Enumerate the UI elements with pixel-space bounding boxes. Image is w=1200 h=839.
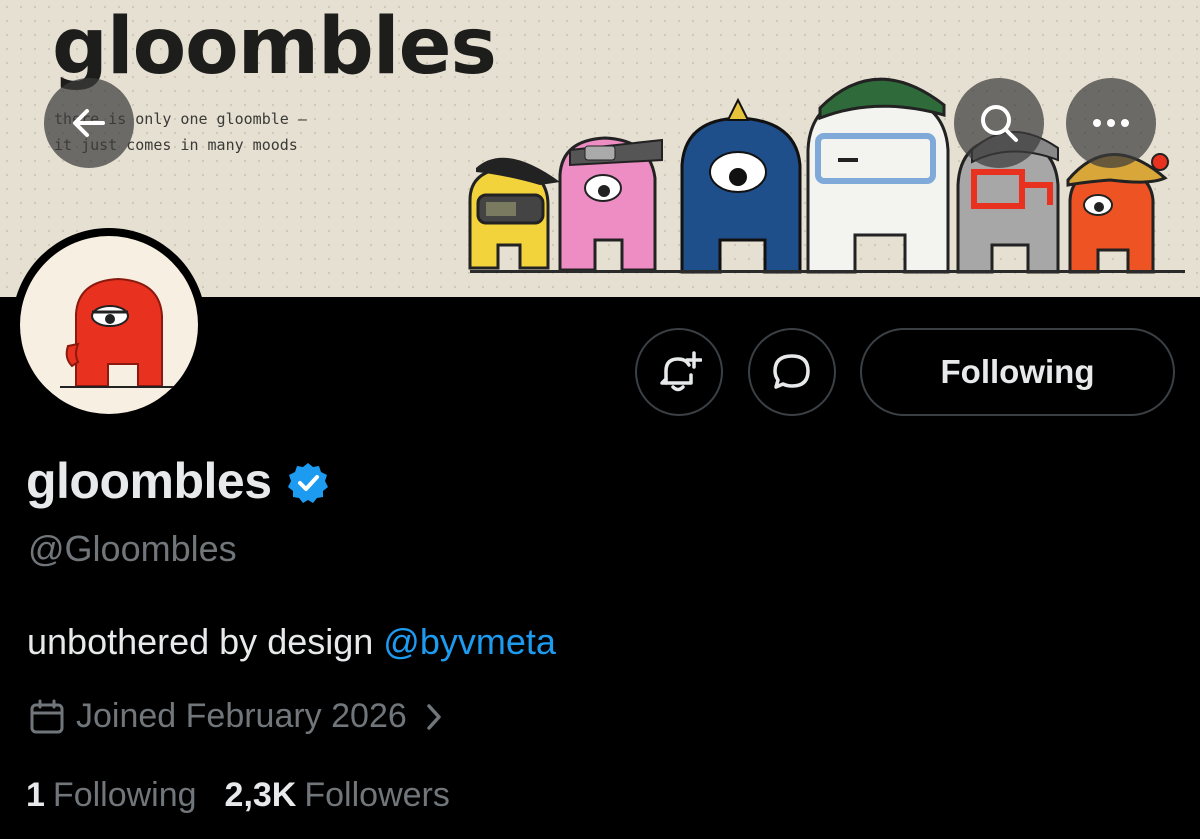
followers-count: 2,3K [224,776,297,814]
following-count: 1 [26,776,45,814]
avatar[interactable] [12,228,206,422]
pink-gloomble [558,136,663,272]
yellow-gloomble [468,157,560,270]
calendar-icon [30,699,64,733]
search-icon [981,105,1018,142]
following-label: Following [52,776,197,814]
red-gloomble-avatar-illustration [60,277,178,388]
orange-gloomble [1066,153,1169,274]
banner-ground-line [470,270,1185,273]
message-bubble-icon [773,354,810,389]
following-button[interactable]: Following [860,328,1175,416]
more-options-button[interactable] [1066,78,1156,168]
blue-gloomble [680,97,802,274]
arrow-left-icon [73,109,105,137]
notifications-button[interactable] [635,328,723,416]
avatar-image [20,236,198,414]
following-stat[interactable]: 1 Following [26,776,197,815]
bell-plus-icon [660,351,702,392]
chevron-right-icon [427,703,441,730]
verified-badge-icon[interactable] [286,461,330,505]
back-button[interactable] [44,78,134,168]
joined-date-text: Joined February 2026 [76,697,407,735]
followers-label: Followers [304,776,450,814]
search-button[interactable] [954,78,1044,168]
profile-banner[interactable]: gloombles there is only one gloomble — i… [0,0,1200,297]
profile-bio: unbothered by design @byvmeta [27,621,556,663]
message-button[interactable] [748,328,836,416]
bio-mention-link[interactable]: @byvmeta [383,621,556,662]
joined-date-row[interactable]: Joined February 2026 [28,697,443,736]
bio-text: unbothered by design [27,621,384,662]
more-horizontal-icon [1093,119,1129,127]
followers-stat[interactable]: 2,3K Followers [225,776,450,815]
display-name: gloombles [26,453,272,509]
profile-handle: @Gloombles [28,528,237,569]
white-gloomble [806,77,950,274]
profile-name-row: gloombles [26,452,330,510]
profile-stats: 1 Following 2,3K Followers [26,776,450,815]
